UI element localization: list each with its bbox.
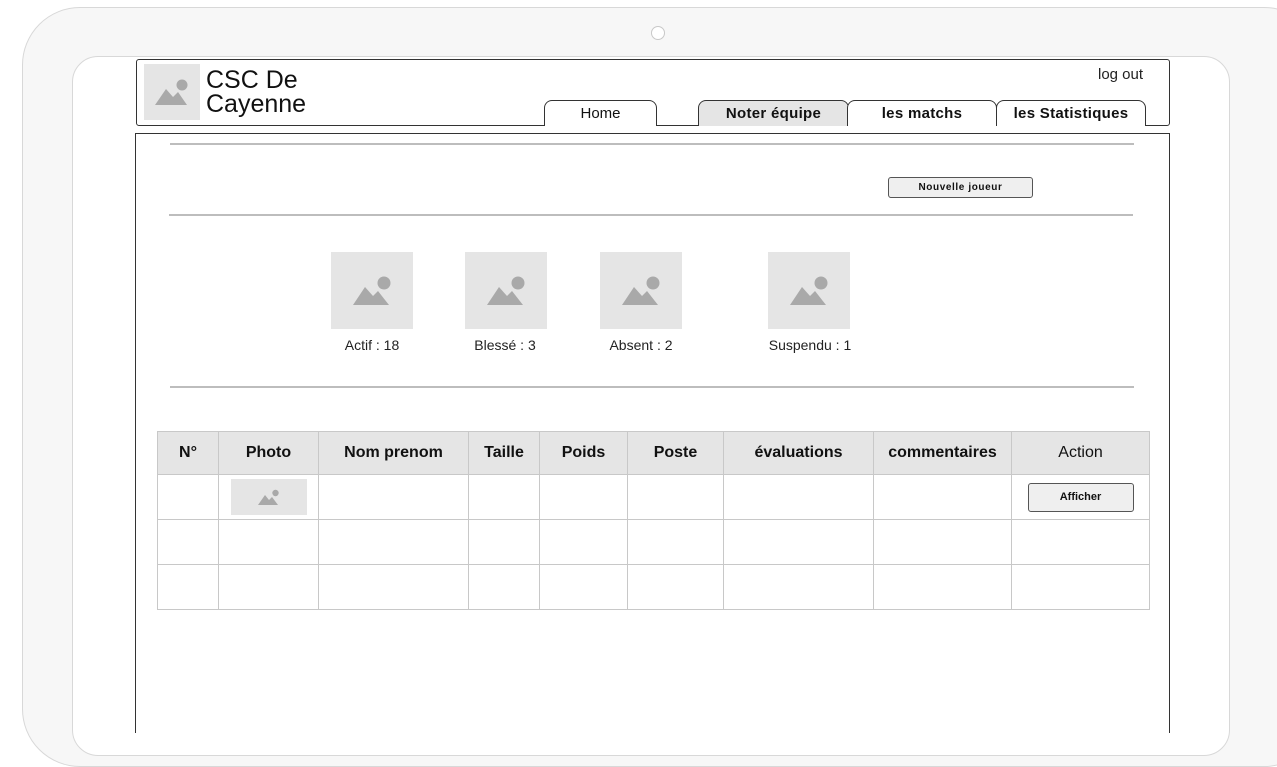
image-placeholder-icon [257,489,279,505]
image-placeholder-icon [155,79,188,105]
column-header-taille: Taille [468,431,540,475]
table-cell [318,519,469,565]
table-cell [873,474,1012,520]
column-header-numero: N° [157,431,219,475]
table-cell [318,474,469,520]
table-cell [539,519,628,565]
divider [169,214,1133,216]
table-cell [157,564,219,610]
image-placeholder-icon [622,276,660,305]
stat-blesse-label: Blessé : 3 [474,337,536,353]
tab-noter-equipe[interactable]: Noter équipe [698,100,849,126]
column-header-nom-prenom: Nom prenom [318,431,469,475]
column-header-poste: Poste [627,431,724,475]
table-cell [468,519,540,565]
table-cell [627,564,724,610]
table-cell [539,474,628,520]
table-cell [873,564,1012,610]
table-row: Afficher [157,474,1150,520]
tab-home[interactable]: Home [544,100,657,126]
table-cell [468,474,540,520]
table-row [157,564,1150,610]
column-header-poids: Poids [539,431,628,475]
new-player-button[interactable]: Nouvelle joueur [888,177,1033,198]
stat-actif-label: Actif : 18 [344,337,400,353]
column-header-action: Action [1011,431,1150,475]
table-cell [723,474,874,520]
table-cell [1011,519,1150,565]
column-header-evaluations: évaluations [723,431,874,475]
table-cell [468,564,540,610]
table-cell [1011,564,1150,610]
stat-absent-image [600,252,682,329]
image-placeholder-icon [790,276,828,305]
table-cell [627,474,724,520]
table-cell [723,564,874,610]
divider [170,143,1134,145]
image-placeholder-icon [353,276,391,305]
table-cell [218,474,319,520]
table-cell [157,474,219,520]
stat-suspendu-image [768,252,850,329]
table-cell [157,519,219,565]
camera-icon [651,26,665,40]
table-cell [318,564,469,610]
logo [144,64,200,120]
table-cell [873,519,1012,565]
stat-actif-image [331,252,413,329]
column-header-commentaires: commentaires [873,431,1012,475]
table-cell [539,564,628,610]
stat-blesse-image [465,252,547,329]
logout-link[interactable]: log out [1098,66,1143,83]
table-header-row: N° Photo Nom prenom Taille Poids Poste é… [157,431,1150,475]
brand-line-2: Cayenne [206,90,307,118]
divider [170,386,1134,388]
tab-les-statistiques[interactable]: les Statistiques [996,100,1146,126]
table-cell [723,519,874,565]
brand-line-1: CSC De [206,66,298,94]
player-photo [230,479,307,515]
table-cell [627,519,724,565]
table-cell: Afficher [1011,474,1150,520]
players-table: N° Photo Nom prenom Taille Poids Poste é… [157,431,1150,610]
stat-suspendu-label: Suspendu : 1 [768,337,852,353]
table-row [157,519,1150,565]
stat-absent-label: Absent : 2 [609,337,673,353]
image-placeholder-icon [487,276,525,305]
afficher-button[interactable]: Afficher [1027,482,1134,512]
column-header-photo: Photo [218,431,319,475]
table-cell [218,564,319,610]
tab-les-matchs[interactable]: les matchs [847,100,997,126]
brand-title: CSC De Cayenne [206,66,366,118]
table-cell [218,519,319,565]
